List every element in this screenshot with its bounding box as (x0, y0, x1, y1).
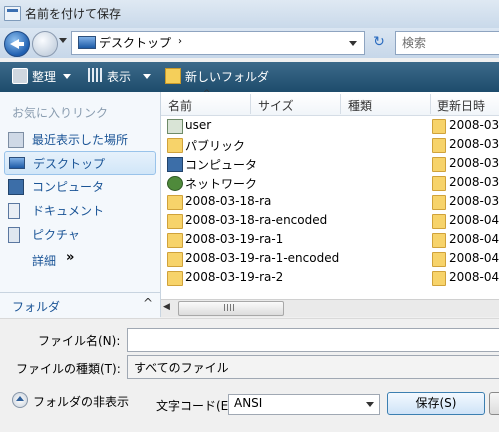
file-name: コンピュータ (185, 158, 258, 172)
sidebar-item-computer[interactable]: コンピュータ (4, 175, 154, 197)
folder-icon (432, 233, 446, 248)
file-name: パブリック (185, 139, 246, 153)
folder-icon (167, 138, 183, 153)
folder-icon (432, 271, 446, 286)
date-modified: 2008-03- (449, 175, 499, 189)
folder-icon (432, 252, 446, 267)
sidebar-item-pictures[interactable]: ピクチャ (4, 223, 154, 245)
filename-field[interactable] (127, 328, 499, 352)
sidebar-item-label: デスクトップ (33, 157, 106, 171)
network-icon (167, 176, 183, 191)
refresh-icon[interactable]: ↻ (368, 32, 390, 52)
folder-icon (432, 157, 446, 172)
save-button[interactable]: 保存(S) (387, 392, 485, 415)
column-divider[interactable] (340, 94, 341, 114)
column-name[interactable]: 名前 (168, 97, 192, 114)
organize-icon (12, 68, 28, 84)
sidebar-item-recent-places[interactable]: 最近表示した場所 (4, 128, 154, 150)
new-folder-button[interactable]: 新しいフォルダ (185, 68, 269, 85)
sidebar-item-label: ドキュメント (32, 204, 105, 218)
encoding-value: ANSI (234, 396, 263, 410)
sidebar-item-desktop[interactable]: デスクトップ (4, 151, 156, 175)
file-name: 2008-03-19-ra-1-encoded (185, 251, 340, 265)
forward-button[interactable] (32, 31, 58, 57)
favorite-links-header: お気に入りリンク (12, 106, 109, 120)
date-modified: 2008-03- (449, 194, 499, 208)
chevron-double-right-icon[interactable]: » (66, 250, 74, 265)
views-button[interactable]: 表示 (107, 68, 131, 85)
column-type[interactable]: 種類 (348, 97, 372, 114)
computer-icon (167, 157, 183, 172)
new-folder-icon (165, 68, 181, 84)
sidebar-item-label: ピクチャ (32, 228, 80, 242)
encoding-label: 文字コード(E): (156, 399, 237, 413)
file-name: user (185, 118, 212, 132)
sidebar-item-label: 最近表示した場所 (32, 133, 129, 147)
chevron-up-icon[interactable]: ^ (143, 296, 153, 310)
column-divider[interactable] (250, 94, 251, 114)
address-dropdown[interactable] (349, 41, 357, 46)
folder-icon (432, 138, 446, 153)
sidebar-item-documents[interactable]: ドキュメント (4, 199, 154, 221)
file-name: 2008-03-18-ra-encoded (185, 213, 328, 227)
column-size[interactable]: サイズ (258, 97, 294, 114)
folder-icon (167, 271, 183, 286)
organize-button[interactable]: 整理 (32, 68, 56, 85)
filetype-value: すべてのファイル (134, 361, 229, 375)
folder-icon (432, 119, 446, 134)
scrollbar-grip-icon (224, 304, 236, 311)
scroll-left-icon[interactable]: ◀ (163, 302, 170, 312)
folder-icon (167, 252, 183, 267)
hide-folders-button[interactable]: フォルダの非表示 (33, 393, 129, 410)
filename-label: ファイル名(N): (38, 334, 121, 348)
window-title: 名前を付けて保存 (25, 7, 122, 21)
sidebar-item-label: コンピュータ (32, 180, 105, 194)
date-modified: 2008-04- (449, 270, 499, 284)
folder-icon (432, 214, 446, 229)
pictures-icon (8, 227, 20, 243)
address-path[interactable]: デスクトップ (99, 34, 171, 51)
folder-icon (432, 176, 446, 191)
file-name: 2008-03-19-ra-2 (185, 270, 284, 284)
folder-icon (432, 195, 446, 210)
filetype-label: ファイルの種類(T): (16, 362, 121, 376)
documents-icon (8, 203, 20, 219)
recent-places-icon (8, 132, 24, 148)
breadcrumb-arrow[interactable]: › (178, 36, 182, 47)
more-links[interactable]: 詳細 (32, 252, 56, 269)
sort-ascending-icon: ^ (203, 89, 211, 99)
organize-dropdown-icon[interactable] (63, 74, 71, 79)
back-button[interactable] (4, 31, 30, 57)
cancel-button[interactable] (489, 392, 499, 415)
chevron-down-icon[interactable] (366, 402, 374, 407)
folder-icon (167, 214, 183, 229)
column-divider[interactable] (430, 94, 431, 114)
desktop-icon (9, 157, 25, 169)
date-modified: 2008-03- (449, 118, 499, 132)
column-date-modified[interactable]: 更新日時 (437, 97, 485, 114)
views-dropdown-icon[interactable] (143, 74, 151, 79)
date-modified: 2008-03- (449, 156, 499, 170)
search-placeholder: 検索 (402, 36, 427, 50)
date-modified: 2008-04- (449, 213, 499, 227)
folder-icon (167, 195, 183, 210)
folder-icon (167, 233, 183, 248)
views-icon (88, 68, 102, 82)
user-folder-icon (167, 119, 183, 134)
file-name: ネットワーク (185, 177, 258, 191)
folders-label[interactable]: フォルダ (12, 298, 60, 315)
file-name: 2008-03-18-ra (185, 194, 272, 208)
desktop-icon (78, 36, 96, 49)
computer-icon (8, 179, 24, 195)
window-icon (4, 6, 21, 21)
title-bar: 名前を付けて保存 (0, 0, 499, 29)
date-modified: 2008-04- (449, 251, 499, 265)
chevron-up-icon[interactable] (12, 392, 28, 408)
recent-pages-dropdown[interactable] (59, 38, 67, 43)
file-name: 2008-03-19-ra-1 (185, 232, 284, 246)
date-modified: 2008-04- (449, 232, 499, 246)
date-modified: 2008-03- (449, 137, 499, 151)
